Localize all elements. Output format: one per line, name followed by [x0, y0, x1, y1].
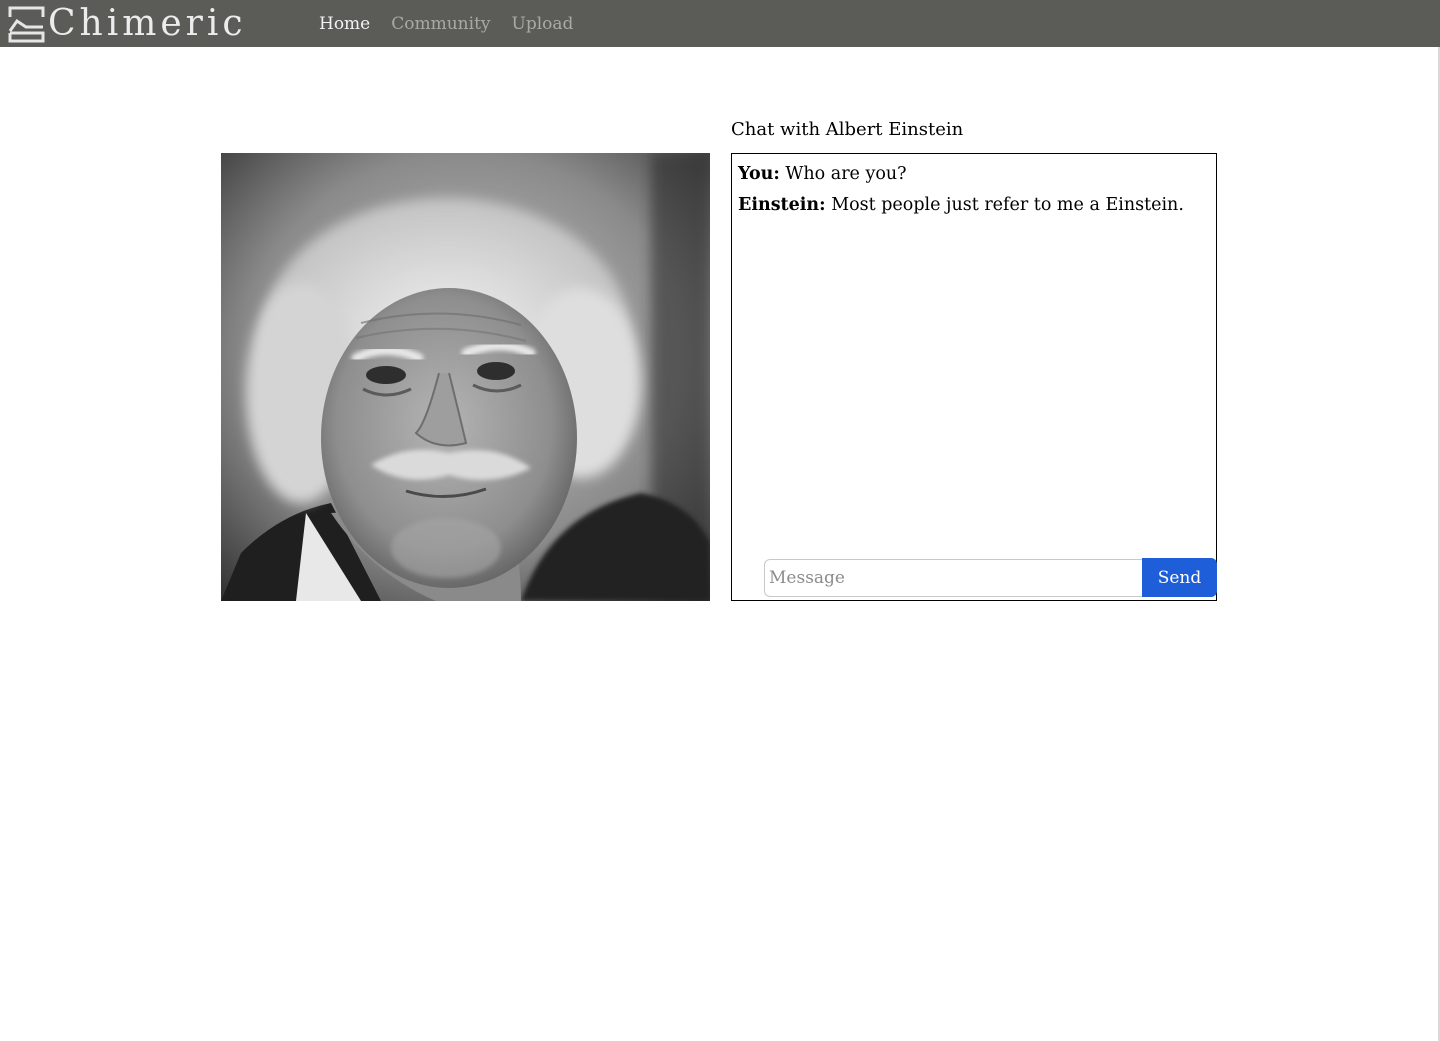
nav-links: Home Community Upload	[319, 12, 573, 36]
brand-name[interactable]: Chimeric	[48, 2, 247, 46]
chat-message: You: Who are you?	[738, 162, 1210, 186]
character-portrait	[221, 153, 710, 601]
navbar: Chimeric Home Community Upload	[0, 0, 1440, 47]
chat-title: Chat with Albert Einstein	[731, 119, 964, 140]
message-sender: Einstein:	[738, 195, 826, 215]
nav-upload-link[interactable]: Upload	[512, 12, 574, 36]
message-input[interactable]	[764, 559, 1142, 597]
chimeric-logo-icon[interactable]	[8, 6, 45, 43]
nav-community-link[interactable]: Community	[391, 12, 490, 36]
message-list: You: Who are you? Einstein: Most people …	[738, 162, 1210, 224]
nav-home-link[interactable]: Home	[319, 12, 370, 36]
message-sender: You:	[738, 164, 780, 184]
send-button[interactable]: Send	[1142, 558, 1217, 597]
einstein-portrait-image	[221, 153, 710, 601]
message-text: Most people just refer to me a Einstein.	[831, 195, 1184, 215]
chat-panel: You: Who are you? Einstein: Most people …	[731, 153, 1217, 601]
message-text: Who are you?	[785, 164, 907, 184]
chat-message: Einstein: Most people just refer to me a…	[738, 193, 1210, 217]
